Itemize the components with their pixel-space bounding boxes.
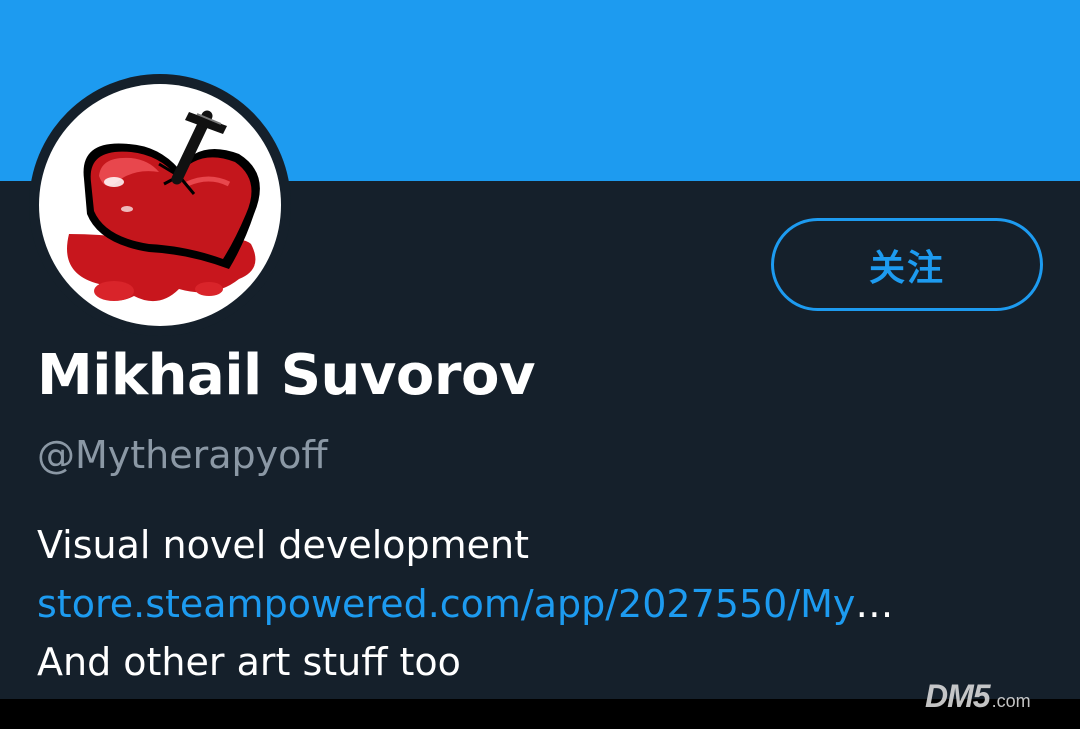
display-name: Mikhail Suvorov (37, 343, 535, 408)
nailed-heart-icon (67, 110, 260, 302)
watermark-suffix: .com (991, 691, 1031, 711)
bio-link-ellipsis: … (855, 582, 894, 626)
bottom-bar (0, 699, 1080, 729)
bio-line: Visual novel development (37, 523, 530, 567)
user-handle: @Mytherapyoff (37, 433, 328, 477)
watermark: DM5 .com (925, 678, 1031, 718)
bio-line: And other art stuff too (37, 640, 461, 684)
bio-link[interactable]: store.steampowered.com/app/2027550/My… (37, 575, 893, 633)
avatar[interactable] (29, 74, 291, 336)
avatar-image (39, 84, 281, 326)
bio-link-text[interactable]: store.steampowered.com/app/2027550/My (37, 582, 855, 626)
follow-button[interactable]: 关注 (771, 218, 1043, 311)
watermark-main: DM5 (925, 678, 991, 714)
